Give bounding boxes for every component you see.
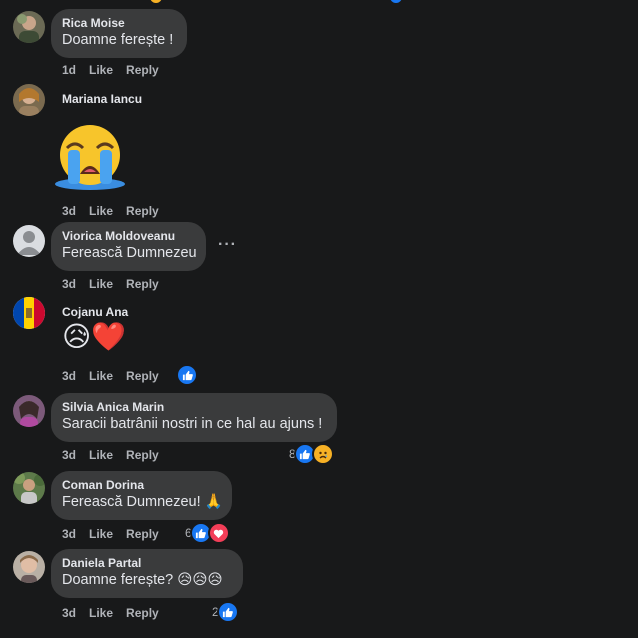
comment-actions: 3d Like Reply — [62, 448, 172, 462]
comment-author[interactable]: Daniela Partal — [62, 556, 232, 571]
comment-time[interactable]: 3d — [62, 277, 76, 291]
comment-actions: 3d Like Reply — [62, 527, 172, 541]
comment-author[interactable]: Silvia Anica Marin — [62, 400, 326, 415]
reaction-summary[interactable]: 2 — [212, 601, 239, 623]
crying-face-sticker-icon — [53, 122, 127, 197]
comment-text: Ferească Dumnezeu! 🙏 — [62, 494, 223, 510]
reply-link[interactable]: Reply — [126, 369, 159, 383]
comment-time[interactable]: 3d — [62, 527, 76, 541]
avatar[interactable] — [13, 297, 45, 329]
reaction-summary[interactable] — [176, 364, 198, 386]
like-link[interactable]: Like — [89, 606, 113, 620]
like-link[interactable]: Like — [89, 277, 113, 291]
reply-link[interactable]: Reply — [126, 527, 159, 541]
avatar[interactable] — [13, 84, 45, 116]
love-reaction-icon — [207, 522, 230, 544]
comment-time[interactable]: 3d — [62, 606, 76, 620]
reply-link[interactable]: Reply — [126, 606, 159, 620]
reply-link[interactable]: Reply — [126, 277, 159, 291]
like-link[interactable]: Like — [89, 448, 113, 462]
reaction-summary[interactable]: 8 — [289, 443, 334, 465]
reply-link[interactable]: Reply — [126, 204, 159, 218]
avatar[interactable] — [13, 395, 45, 427]
reaction-icon-clipped — [150, 0, 162, 3]
reaction-icon-clipped — [390, 0, 402, 3]
comment-bubble: Coman Dorina Ferească Dumnezeu! 🙏 — [51, 471, 232, 520]
avatar[interactable] — [13, 11, 45, 43]
comment-actions: 3d Like Reply — [62, 277, 172, 291]
comment-bubble: Viorica Moldoveanu Ferească Dumnezeu — [51, 222, 206, 271]
comment-actions: 3d Like Reply — [62, 369, 172, 383]
comment-time[interactable]: 3d — [62, 369, 76, 383]
like-link[interactable]: Like — [89, 527, 113, 541]
comment-author[interactable]: Cojanu Ana — [62, 305, 128, 320]
comment-author[interactable]: Coman Dorina — [62, 478, 221, 493]
comment-author[interactable]: Viorica Moldoveanu — [62, 229, 195, 244]
comment-bubble: Daniela Partal Doamne ferește? 😥😥😥 — [51, 549, 243, 598]
comment-time[interactable]: 3d — [62, 448, 76, 462]
comment-text: Doamne ferește ! — [62, 32, 174, 48]
more-options-icon[interactable]: ··· — [218, 236, 237, 254]
avatar[interactable] — [13, 472, 45, 504]
comment-text: Doamne ferește? 😥😥😥 — [62, 572, 223, 588]
clipped-previous-content — [0, 0, 638, 3]
comment-text: Saracii batrânii nostri in ce hal au aju… — [62, 416, 323, 432]
reaction-summary[interactable]: 6 — [185, 522, 230, 544]
comment-bubble: Silvia Anica Marin Saracii batrânii nost… — [51, 393, 337, 442]
comment-actions: 3d Like Reply — [62, 204, 172, 218]
comment-text: Ferească Dumnezeu — [62, 245, 197, 261]
comment-emoji-text: 😥❤️ — [62, 321, 127, 352]
comment-bubble: Rica Moise Doamne ferește ! — [51, 9, 187, 58]
comment-actions: 1d Like Reply — [62, 63, 172, 77]
like-link[interactable]: Like — [89, 204, 113, 218]
like-reaction-icon — [216, 601, 239, 623]
sad-reaction-icon — [311, 443, 334, 465]
like-link[interactable]: Like — [89, 369, 113, 383]
comment-author[interactable]: Mariana Iancu — [62, 92, 142, 107]
comment-author[interactable]: Rica Moise — [62, 16, 176, 31]
comment-time[interactable]: 1d — [62, 63, 76, 77]
comment-actions: 3d Like Reply — [62, 606, 172, 620]
reply-link[interactable]: Reply — [126, 63, 159, 77]
avatar[interactable] — [13, 225, 45, 257]
like-reaction-icon — [176, 364, 198, 386]
reply-link[interactable]: Reply — [126, 448, 159, 462]
like-link[interactable]: Like — [89, 63, 113, 77]
avatar[interactable] — [13, 551, 45, 583]
comment-time[interactable]: 3d — [62, 204, 76, 218]
